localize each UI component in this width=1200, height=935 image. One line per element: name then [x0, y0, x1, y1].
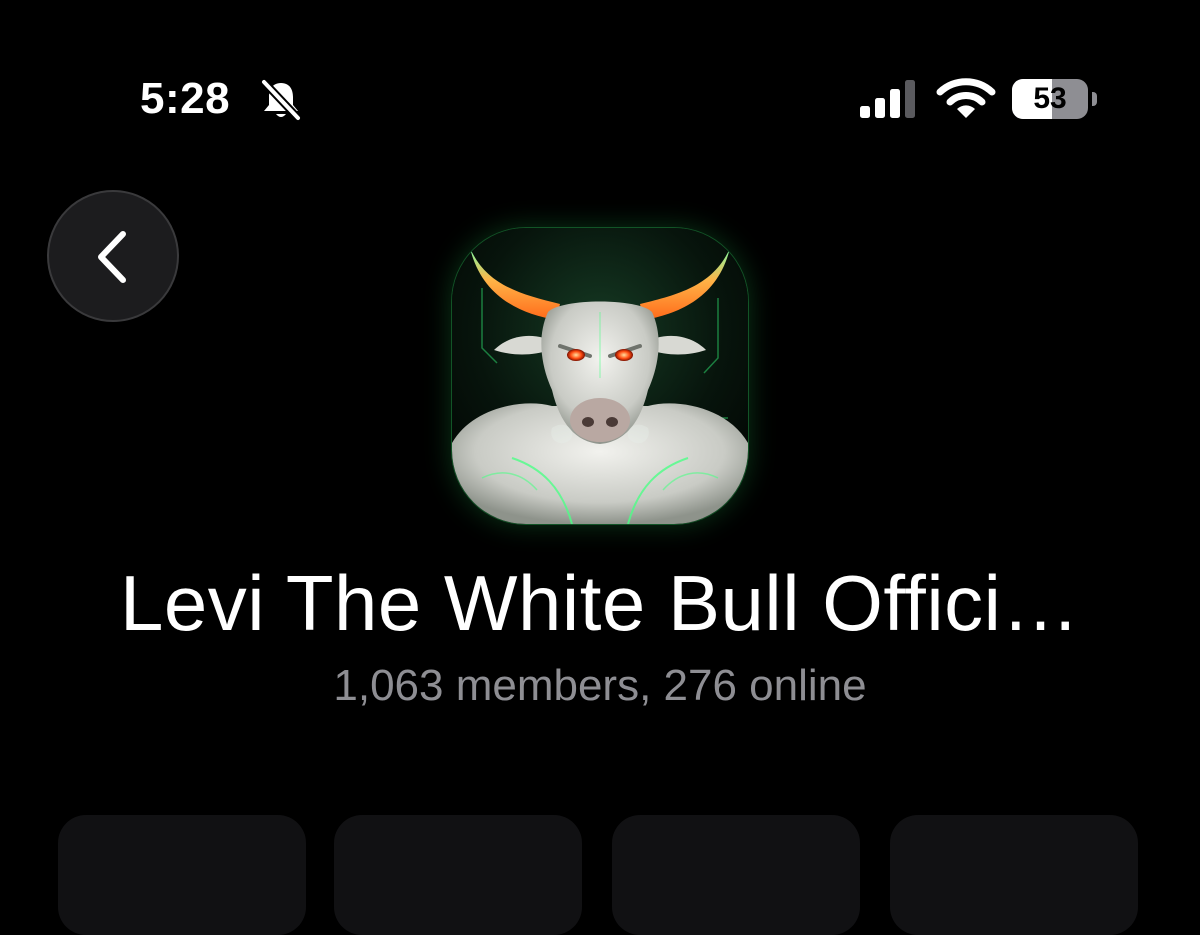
battery-cap	[1092, 92, 1097, 106]
wifi-icon	[936, 78, 996, 118]
group-name: Levi The White Bull Offici…	[120, 559, 1080, 647]
action-row	[0, 815, 1200, 935]
back-button[interactable]	[47, 190, 179, 322]
action-button-1[interactable]	[58, 815, 306, 935]
white-bull-avatar	[452, 228, 748, 524]
battery-indicator: 53	[1012, 79, 1098, 119]
bell-slash-icon	[261, 79, 301, 121]
battery-level: 53	[1033, 82, 1067, 115]
chevron-left-icon	[98, 231, 126, 283]
group-avatar[interactable]	[452, 228, 748, 524]
action-button-4[interactable]	[890, 815, 1138, 935]
action-button-2[interactable]	[334, 815, 582, 935]
status-time: 5:28	[140, 74, 231, 123]
group-member-count: 1,063 members, 276 online	[333, 661, 867, 710]
action-button-3[interactable]	[612, 815, 860, 935]
cellular-signal-icon	[860, 80, 915, 118]
battery-body: 53	[1012, 79, 1088, 119]
